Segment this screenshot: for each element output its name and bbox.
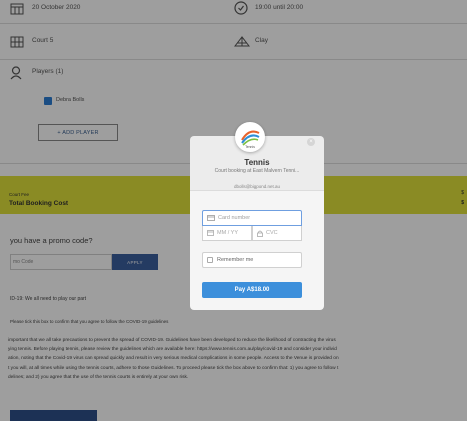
lock-icon	[257, 230, 263, 237]
expiry-input[interactable]: MM / YY	[202, 226, 252, 241]
expiry-placeholder: MM / YY	[217, 230, 238, 236]
card-number-placeholder: Card number	[218, 215, 251, 221]
modal-title: Tennis	[244, 158, 270, 167]
credit-card-icon	[207, 215, 215, 221]
payment-modal: Tennis × Tennis Court booking at East Ma…	[190, 122, 324, 310]
remember-me-toggle[interactable]: Remember me	[202, 252, 302, 268]
logo-text: Tennis	[245, 145, 255, 149]
modal-subtitle: Court booking at East Malvern Tenni...	[214, 168, 300, 174]
card-number-input[interactable]: Card number	[202, 210, 302, 226]
modal-email: dbolls@bigpond.net.au	[233, 184, 281, 189]
cvc-input[interactable]: CVC	[252, 226, 302, 241]
close-icon[interactable]: ×	[307, 138, 315, 146]
cvc-placeholder: CVC	[266, 230, 278, 236]
calendar-small-icon	[207, 230, 214, 236]
tennis-logo-icon: Tennis	[235, 122, 265, 152]
pay-button[interactable]: Pay A$18.00	[202, 282, 302, 298]
remember-me-label: Remember me	[217, 257, 254, 263]
remember-me-checkbox[interactable]	[207, 257, 213, 263]
